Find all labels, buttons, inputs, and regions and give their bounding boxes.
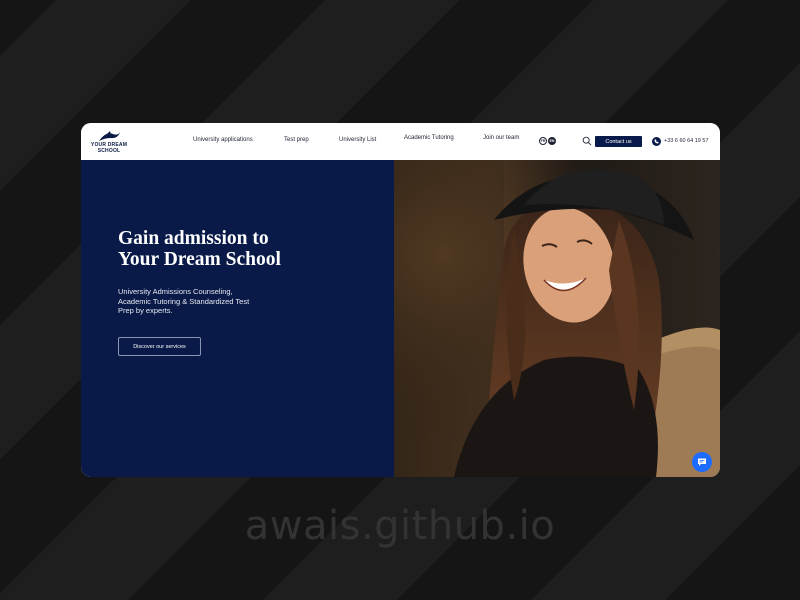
language-fr-toggle[interactable]: FR xyxy=(539,137,547,145)
hero-title-line2: Your Dream School xyxy=(118,249,281,270)
discover-services-button[interactable]: Discover our services xyxy=(118,337,201,356)
nav-join-our-team[interactable]: Join our team xyxy=(483,135,519,141)
hero-subtitle: University Admissions Counseling, Academ… xyxy=(118,287,250,315)
hero-section xyxy=(81,160,394,477)
nav-test-prep[interactable]: Test prep xyxy=(284,137,309,143)
nav-academic-tutoring[interactable]: Academic Tutoring xyxy=(404,135,454,141)
chat-widget-button[interactable] xyxy=(692,452,712,472)
hero-photo xyxy=(394,160,720,477)
hero-title: Gain admission to Your Dream School xyxy=(118,228,348,270)
top-navbar: YOUR DREAM SCHOOL University application… xyxy=(81,123,720,160)
brand-name-line2: SCHOOL xyxy=(97,147,121,154)
phone-icon xyxy=(652,137,661,146)
website-preview-card: YOUR DREAM SCHOOL University application… xyxy=(81,123,720,477)
smiling-woman-photo xyxy=(394,160,720,477)
logo-icon xyxy=(99,131,120,141)
phone-number[interactable]: +33 6 60 64 19 57 xyxy=(664,138,709,144)
chat-icon xyxy=(698,458,706,466)
language-en-toggle[interactable]: EN xyxy=(548,137,556,145)
search-icon[interactable] xyxy=(582,136,592,146)
nav-university-list[interactable]: University List xyxy=(339,137,376,143)
nav-university-applications[interactable]: University applications xyxy=(193,137,253,143)
watermark-text: awais.github.io xyxy=(244,503,556,549)
hero-title-line1: Gain admission to xyxy=(118,228,269,249)
contact-us-button[interactable]: Contact us xyxy=(595,136,642,147)
brand-logo[interactable]: YOUR DREAM SCHOOL xyxy=(89,129,129,159)
